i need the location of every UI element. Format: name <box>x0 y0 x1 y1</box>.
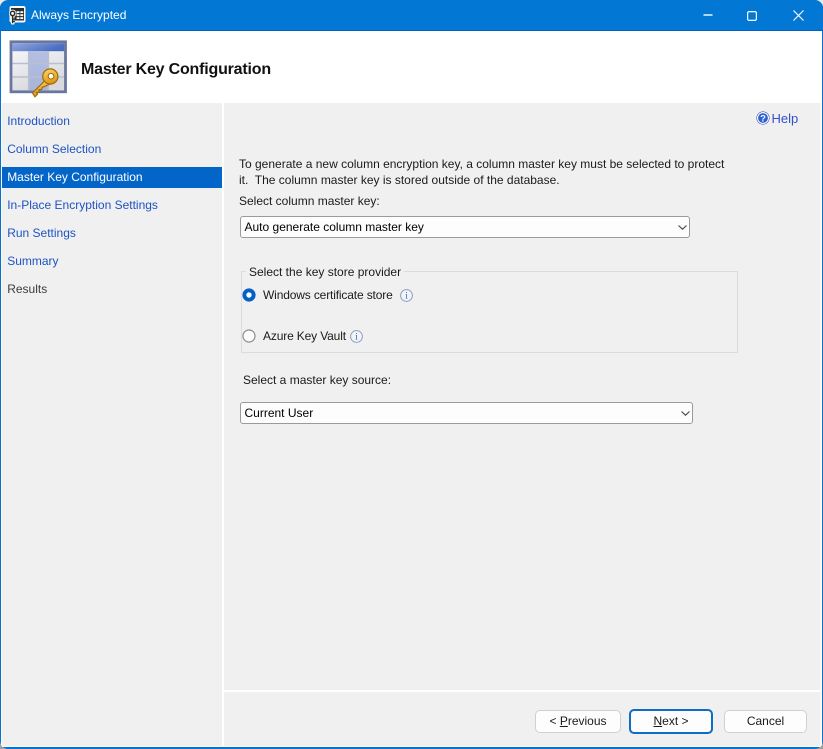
svg-text:?: ? <box>760 113 766 124</box>
